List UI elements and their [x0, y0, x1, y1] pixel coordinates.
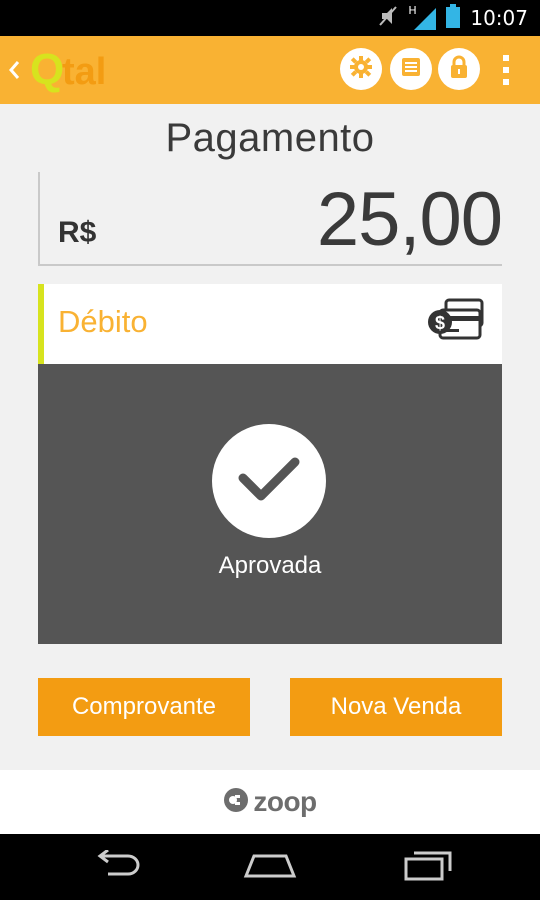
card-status-area: Aprovada — [38, 364, 502, 644]
approved-badge — [212, 424, 326, 538]
recent-apps-button[interactable] — [400, 848, 456, 886]
currency-label: R$ — [58, 216, 97, 249]
status-icons: H 10:07 — [378, 4, 528, 32]
settings-icon — [349, 55, 373, 83]
amount-field[interactable]: R$ 25,00 — [38, 172, 503, 266]
list-button[interactable] — [390, 48, 432, 90]
home-icon — [242, 850, 298, 884]
checkmark-icon — [237, 454, 301, 508]
amount-value: 25,00 — [316, 177, 503, 262]
card-payment-icon: $ — [426, 296, 488, 354]
list-icon — [400, 56, 422, 82]
svg-text:Q: Q — [30, 45, 64, 94]
svg-text:$: $ — [435, 313, 445, 333]
zoop-brand: zoop — [253, 786, 317, 817]
recent-apps-icon — [402, 849, 454, 885]
card-type-label: Débito — [58, 304, 148, 339]
status-label: Aprovada — [218, 552, 322, 579]
signal-icon: H — [408, 4, 437, 30]
clock: 10:07 — [470, 6, 528, 30]
back-arrow-icon — [88, 848, 140, 884]
mute-icon — [378, 5, 398, 31]
action-bar: Q tal — [0, 36, 540, 104]
app-logo[interactable]: Q tal — [28, 44, 138, 96]
page-title: Pagamento — [165, 116, 375, 160]
home-button[interactable] — [242, 848, 298, 886]
back-chevron-icon[interactable] — [6, 54, 24, 86]
back-button[interactable] — [86, 848, 142, 886]
battery-icon — [446, 4, 461, 32]
footer: zoop — [0, 770, 540, 834]
svg-text:tal: tal — [62, 51, 106, 93]
payment-result-panel: Débito $ Aprovada — [38, 284, 502, 644]
new-sale-button[interactable]: Nova Venda — [290, 678, 502, 736]
zoop-logo-icon — [223, 787, 249, 817]
overflow-menu-icon[interactable] — [502, 53, 510, 87]
status-bar: H 10:07 — [0, 0, 540, 36]
card-type-header: Débito $ — [38, 284, 502, 364]
lock-button[interactable] — [438, 48, 480, 90]
navigation-bar — [0, 834, 540, 900]
zoop-logo: zoop — [223, 786, 317, 818]
lock-icon — [448, 55, 470, 83]
receipt-button[interactable]: Comprovante — [38, 678, 250, 736]
settings-button[interactable] — [340, 48, 382, 90]
